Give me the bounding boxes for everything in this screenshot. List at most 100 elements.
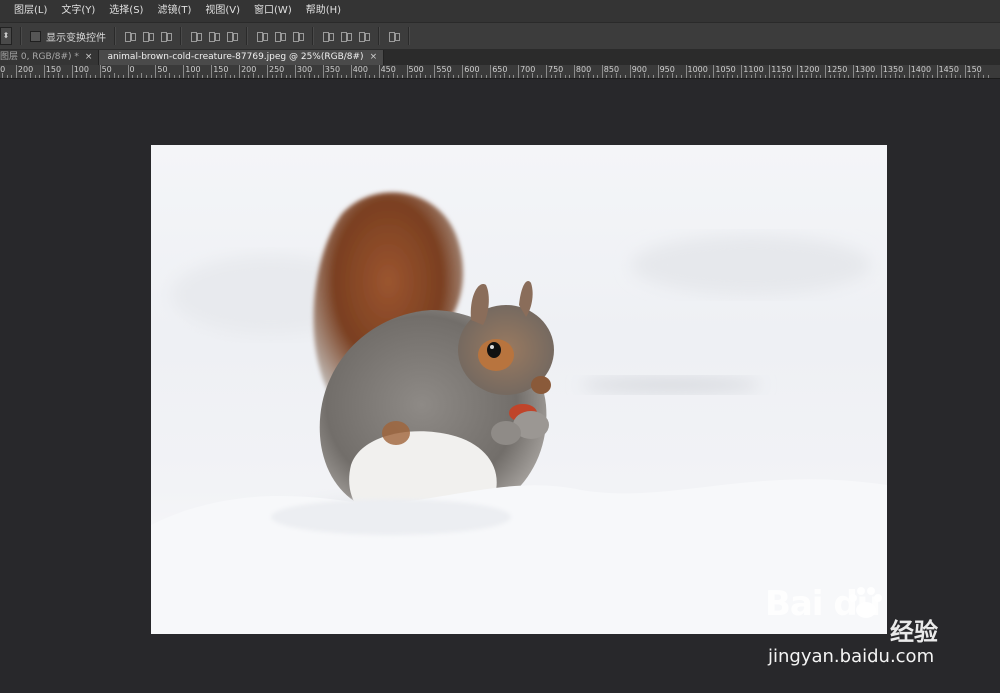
- menu-item-0[interactable]: 图层(L): [0, 0, 54, 22]
- ruler-minor-tick: [611, 75, 613, 78]
- ruler-minor-tick: [313, 75, 315, 78]
- ruler-minor-tick: [243, 75, 245, 78]
- show-transform-controls-label[interactable]: 显示变换控件: [46, 29, 106, 44]
- tool-preset-dropdown[interactable]: ⬍: [0, 27, 12, 45]
- menu-item-4[interactable]: 视图(V): [198, 0, 247, 22]
- ruler-minor-tick: [471, 75, 473, 78]
- align-bottom-edges-icon[interactable]: [160, 30, 172, 42]
- ruler-minor-tick: [862, 75, 864, 78]
- align-vertical-centers-icon[interactable]: [142, 30, 154, 42]
- ruler-minor-tick: [950, 73, 952, 78]
- ruler-label: 150: [213, 65, 229, 74]
- ruler-minor-tick: [625, 75, 627, 78]
- ruler-minor-tick: [829, 75, 831, 78]
- distribute-left-icon[interactable]: [322, 30, 334, 42]
- divider: [312, 27, 314, 45]
- ruler-minor-tick: [341, 75, 343, 78]
- ruler-label: 1450: [938, 65, 959, 74]
- distribute-right-icon[interactable]: [358, 30, 370, 42]
- ruler-label: 550: [436, 65, 452, 74]
- tab-squirrel-jpeg[interactable]: animal-brown-cold-creature-87769.jpeg @ …: [99, 50, 385, 65]
- ruler-label: 1300: [854, 65, 876, 74]
- distribute-vertical-centers-icon[interactable]: [274, 30, 286, 42]
- ruler-minor-tick: [76, 75, 78, 78]
- ruler-label: 50: [157, 65, 168, 74]
- ruler-minor-tick: [336, 73, 338, 78]
- ruler-minor-tick: [20, 75, 22, 78]
- ruler-minor-tick: [360, 75, 361, 78]
- ruler-minor-tick: [578, 75, 580, 78]
- ruler-minor-tick: [583, 75, 585, 78]
- ruler-minor-tick: [174, 75, 175, 78]
- checkbox-icon[interactable]: [30, 30, 41, 42]
- menu-item-2[interactable]: 选择(S): [102, 0, 150, 22]
- ruler-minor-tick: [332, 75, 334, 78]
- ruler-minor-tick: [304, 75, 306, 78]
- ruler-minor-tick: [969, 75, 971, 78]
- ruler-minor-tick: [299, 75, 301, 78]
- ruler-minor-tick: [620, 75, 622, 78]
- squirrel-photo[interactable]: [151, 145, 887, 634]
- ruler-major-tick: [825, 65, 826, 78]
- distribute-top-icon[interactable]: [256, 30, 268, 42]
- distribute-horizontal-centers-icon[interactable]: [340, 30, 352, 42]
- ruler-major-tick: [573, 65, 575, 78]
- ruler-major-tick: [211, 65, 213, 78]
- ruler-minor-tick: [676, 75, 678, 78]
- close-icon[interactable]: ×: [85, 50, 93, 65]
- distribute-bottom-icon[interactable]: [292, 30, 304, 42]
- canvas-area[interactable]: Bai du 经验 jingyan.baidu.com: [0, 79, 1000, 693]
- align-top-edges-icon[interactable]: [124, 30, 136, 42]
- ruler-minor-tick: [973, 75, 975, 78]
- ruler-minor-tick: [364, 73, 366, 78]
- ruler-minor-tick: [527, 75, 529, 78]
- ruler-minor-tick: [67, 75, 69, 78]
- ruler-minor-tick: [499, 75, 501, 78]
- tab-layer-0[interactable]: 图层 0, RGB/8#) * ×: [0, 50, 100, 65]
- close-icon[interactable]: ×: [370, 50, 378, 65]
- align-right-edges-icon[interactable]: [226, 30, 238, 42]
- ruler-minor-tick: [764, 75, 766, 78]
- paw-icon: [849, 587, 882, 618]
- ruler-minor-tick: [327, 75, 329, 78]
- ruler-minor-tick: [280, 73, 282, 78]
- ruler-minor-tick: [801, 75, 803, 78]
- ruler-minor-tick: [108, 75, 110, 78]
- ruler-minor-tick: [838, 73, 840, 78]
- ruler-minor-tick: [81, 75, 82, 78]
- ruler-minor-tick: [834, 75, 836, 78]
- ruler-minor-tick: [6, 75, 8, 78]
- watermark-url: jingyan.baidu.com: [768, 646, 935, 667]
- menu-item-1[interactable]: 文字(Y): [54, 0, 102, 22]
- align-left-edges-icon[interactable]: [190, 30, 202, 42]
- ruler-minor-tick: [848, 75, 850, 78]
- ruler-major-tick: [797, 65, 799, 78]
- ruler-major-tick: [99, 65, 101, 78]
- ruler-minor-tick: [597, 75, 599, 78]
- ruler-label: 450: [380, 65, 396, 74]
- ruler-minor-tick: [815, 75, 817, 78]
- align-horizontal-centers-icon[interactable]: [208, 30, 220, 42]
- ruler-minor-tick: [983, 75, 985, 78]
- ruler-minor-tick: [485, 75, 487, 78]
- ruler-major-tick: [964, 65, 966, 78]
- ruler-label: 1050: [715, 65, 736, 74]
- ruler-label: 700: [520, 65, 536, 74]
- ruler-label: 250: [269, 65, 285, 74]
- baidu-jingyan-watermark: Bai du 经验 jingyan.baidu.com: [765, 584, 995, 674]
- auto-align-layers-icon[interactable]: [388, 30, 400, 42]
- menu-item-3[interactable]: 滤镜(T): [150, 0, 198, 22]
- ruler-minor-tick: [229, 75, 231, 78]
- ruler-minor-tick: [987, 75, 989, 78]
- ruler-minor-tick: [885, 75, 887, 78]
- divider: [378, 27, 380, 45]
- ruler-minor-tick: [559, 73, 561, 78]
- menu-item-6[interactable]: 帮助(H): [299, 0, 348, 22]
- ruler-minor-tick: [215, 75, 217, 78]
- ruler-major-tick: [880, 65, 882, 78]
- ruler-label: 500: [408, 65, 424, 74]
- ruler-minor-tick: [178, 75, 180, 78]
- ruler-minor-tick: [276, 75, 278, 78]
- menu-item-5[interactable]: 窗口(W): [247, 0, 299, 22]
- ruler-minor-tick: [927, 75, 929, 78]
